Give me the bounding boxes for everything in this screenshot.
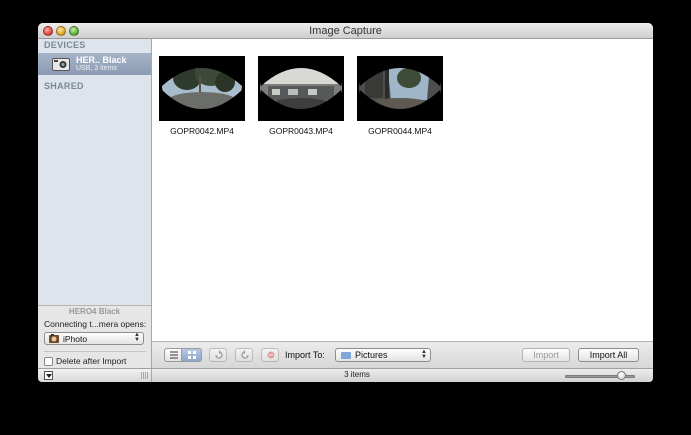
thumbnail-label: GOPR0043.MP4 — [269, 126, 333, 136]
import-all-button[interactable]: Import All — [578, 348, 639, 362]
select-arrows-icon: ▲ ▼ — [134, 332, 140, 343]
import-destination-select[interactable]: Pictures ▲ ▼ — [335, 348, 431, 362]
icon-view-button[interactable] — [182, 348, 202, 362]
delete-after-import-checkbox[interactable] — [44, 357, 53, 366]
list-icon — [170, 351, 178, 359]
import-destination-value: Pictures — [355, 350, 388, 360]
select-arrows-icon: ▲ ▼ — [421, 349, 427, 360]
thumbnail-gopr0044[interactable] — [357, 56, 443, 121]
sidebar-footer — [38, 368, 152, 382]
sidebar: DEVICES HER.. Black USB, 3 items SHARED … — [38, 39, 152, 368]
delete-after-import-label: Delete after Import — [56, 356, 127, 366]
sidebar-action-button[interactable] — [44, 371, 53, 380]
title-bar[interactable]: Image Capture — [38, 23, 653, 39]
rotate-left-icon — [215, 350, 223, 359]
thumbnail-label: GOPR0044.MP4 — [368, 126, 432, 136]
device-name: HER.. Black — [76, 55, 127, 65]
delete-button[interactable] — [261, 348, 279, 362]
video-thumbnail-image — [357, 56, 443, 121]
video-thumbnail-image — [258, 56, 344, 121]
minimize-window-button[interactable] — [56, 26, 66, 36]
status-bar: 3 items — [152, 368, 653, 382]
video-thumbnail-image — [159, 56, 245, 121]
device-subtitle: USB, 3 items — [76, 65, 117, 72]
sidebar-item-hero4-black[interactable]: HER.. Black USB, 3 items — [38, 53, 151, 75]
rotate-right-icon — [241, 350, 249, 359]
import-button[interactable]: Import — [522, 348, 570, 362]
iphoto-icon — [49, 334, 59, 343]
bottom-toolbar: Import To: Pictures ▲ ▼ Import Import All — [152, 341, 653, 368]
thumbnail-gopr0042[interactable] — [159, 56, 245, 121]
list-view-button[interactable] — [164, 348, 182, 362]
devices-section-header: DEVICES — [44, 40, 86, 50]
rotate-right-button[interactable] — [235, 348, 253, 362]
shared-section-header: SHARED — [44, 81, 84, 91]
device-settings-panel: HERO4 Black Connecting t...mera opens: i… — [38, 305, 151, 368]
camera-icon — [52, 58, 70, 71]
media-browser: GOPR0042.MP4 GOPR0043.MP4 GOPR0044.MP4 — [152, 39, 653, 341]
import-to-label: Import To: — [285, 350, 325, 360]
connecting-camera-label: Connecting t...mera opens: — [44, 319, 147, 329]
on-connect-app-value: iPhoto — [63, 334, 88, 344]
on-connect-app-select[interactable]: iPhoto ▲ ▼ — [44, 332, 144, 345]
thumbnail-label: GOPR0042.MP4 — [170, 126, 234, 136]
sidebar-resize-handle[interactable] — [141, 372, 148, 379]
thumbnail-size-slider-knob[interactable] — [616, 371, 626, 380]
image-capture-window: Image Capture DEVICES HER.. Black USB, 3… — [38, 23, 653, 382]
folder-icon — [341, 352, 351, 359]
selected-device-label: HERO4 Black — [68, 307, 121, 316]
grid-icon — [188, 351, 196, 359]
divider — [44, 351, 146, 352]
window-title: Image Capture — [309, 25, 382, 37]
delete-icon — [267, 351, 275, 359]
item-count: 3 items — [344, 370, 370, 379]
triangle-down-icon — [46, 374, 52, 378]
thumbnail-gopr0043[interactable] — [258, 56, 344, 121]
zoom-window-button[interactable] — [69, 26, 79, 36]
close-window-button[interactable] — [43, 26, 53, 36]
rotate-left-button[interactable] — [209, 348, 227, 362]
